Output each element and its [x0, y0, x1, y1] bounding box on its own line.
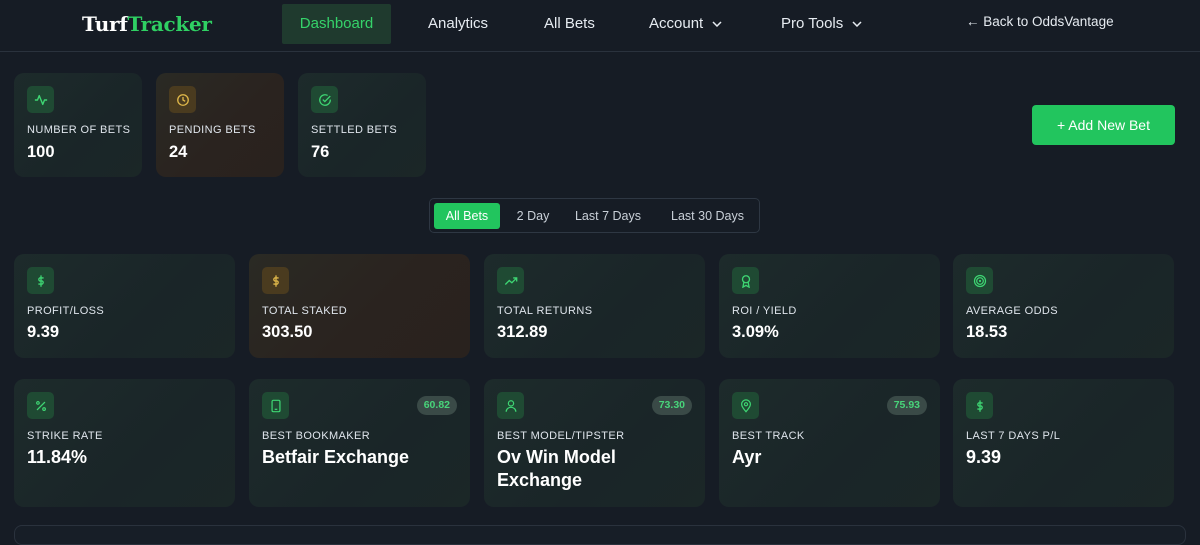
- back-to-oddsvantage-link[interactable]: ← Back to OddsVantage: [966, 14, 1114, 29]
- stat-card-last-7-days-pl: LAST 7 DAYS P/L 9.39: [953, 379, 1174, 507]
- stat-label: PROFIT/LOSS: [27, 305, 105, 317]
- score-badge: 60.82: [416, 396, 457, 415]
- stat-card-total-staked: TOTAL STAKED 303.50: [249, 254, 470, 358]
- dollar-icon: [262, 267, 289, 294]
- score-badge: 73.30: [651, 396, 692, 415]
- nav-all-bets[interactable]: All Bets: [544, 4, 595, 44]
- check-circle-icon: [311, 86, 338, 113]
- brand-part-2: Tracker: [127, 12, 212, 36]
- stat-value: 11.84%: [27, 447, 88, 467]
- stat-value: 312.89: [497, 323, 548, 341]
- nav-pro-tools[interactable]: Pro Tools: [781, 4, 862, 44]
- chevron-down-icon: [712, 21, 722, 28]
- stat-label: LAST 7 DAYS P/L: [966, 430, 1061, 442]
- stat-label: AVERAGE ODDS: [966, 305, 1059, 317]
- trending-up-icon: [497, 267, 524, 294]
- stat-value: Ayr: [732, 447, 762, 467]
- nav-account-label: Account: [649, 15, 704, 32]
- stat-label: BEST MODEL/TIPSTER: [497, 430, 625, 442]
- top-nav: TurfTracker Dashboard Analytics All Bets…: [0, 0, 1200, 52]
- stat-card-best-model-tipster: 73.30 BEST MODEL/TIPSTER Ov Win Model Ex…: [484, 379, 705, 507]
- summary-value: 76: [311, 143, 330, 161]
- stat-value: 9.39: [966, 447, 1002, 467]
- bottom-panel: [14, 525, 1186, 545]
- percent-icon: [27, 392, 54, 419]
- award-icon: [732, 267, 759, 294]
- stat-card-total-returns: TOTAL RETURNS 312.89: [484, 254, 705, 358]
- filter-2-day[interactable]: 2 Day: [508, 203, 558, 229]
- summary-label: PENDING BETS: [169, 124, 256, 136]
- stat-card-profit-loss: PROFIT/LOSS 9.39: [14, 254, 235, 358]
- target-icon: [966, 267, 993, 294]
- summary-label: NUMBER OF BETS: [27, 124, 131, 136]
- stat-label: TOTAL RETURNS: [497, 305, 593, 317]
- stat-label: STRIKE RATE: [27, 430, 103, 442]
- stat-label: BEST BOOKMAKER: [262, 430, 371, 442]
- stat-card-best-bookmaker: 60.82 BEST BOOKMAKER Betfair Exchange: [249, 379, 470, 507]
- nav-account[interactable]: Account: [649, 4, 722, 44]
- stat-card-average-odds: AVERAGE ODDS 18.53: [953, 254, 1174, 358]
- nav-analytics[interactable]: Analytics: [428, 4, 488, 44]
- stat-value: 9.39: [27, 323, 60, 341]
- score-badge: 75.93: [886, 396, 927, 415]
- summary-card-settled-bets: SETTLED BETS 76: [298, 73, 426, 177]
- brand-logo[interactable]: TurfTracker: [82, 12, 212, 36]
- summary-card-number-of-bets: NUMBER OF BETS 100: [14, 73, 142, 177]
- activity-icon: [27, 86, 54, 113]
- filter-last-30-days[interactable]: Last 30 Days: [659, 203, 756, 229]
- nav-pro-tools-label: Pro Tools: [781, 15, 844, 32]
- stat-value: 18.53: [966, 323, 1008, 341]
- summary-card-pending-bets: PENDING BETS 24: [156, 73, 284, 177]
- chevron-down-icon: [852, 21, 862, 28]
- stat-card-roi-yield: ROI / YIELD 3.09%: [719, 254, 940, 358]
- stat-value: Ov Win Model Exchange: [497, 447, 616, 490]
- nav-dashboard[interactable]: Dashboard: [282, 4, 391, 44]
- stat-label: TOTAL STAKED: [262, 305, 348, 317]
- dollar-icon: [27, 267, 54, 294]
- filter-last-7-days[interactable]: Last 7 Days: [568, 203, 648, 229]
- stat-value: 303.50: [262, 323, 313, 341]
- dollar-icon: [966, 392, 993, 419]
- summary-label: SETTLED BETS: [311, 124, 398, 136]
- filter-all-bets[interactable]: All Bets: [434, 203, 500, 229]
- summary-value: 24: [169, 143, 188, 161]
- stat-card-strike-rate: STRIKE RATE 11.84%: [14, 379, 235, 507]
- map-pin-icon: [732, 392, 759, 419]
- date-filter-group: All Bets 2 Day Last 7 Days Last 30 Days: [429, 198, 760, 233]
- stat-label: ROI / YIELD: [732, 305, 797, 317]
- tablet-icon: [262, 392, 289, 419]
- clock-icon: [169, 86, 196, 113]
- stat-card-best-track: 75.93 BEST TRACK Ayr: [719, 379, 940, 507]
- brand-part-1: Turf: [82, 12, 128, 36]
- stat-label: BEST TRACK: [732, 430, 805, 442]
- stat-value: Betfair Exchange: [262, 447, 410, 467]
- add-new-bet-button[interactable]: + Add New Bet: [1032, 105, 1175, 145]
- stat-value: 3.09%: [732, 323, 779, 341]
- summary-value: 100: [27, 143, 55, 161]
- user-icon: [497, 392, 524, 419]
